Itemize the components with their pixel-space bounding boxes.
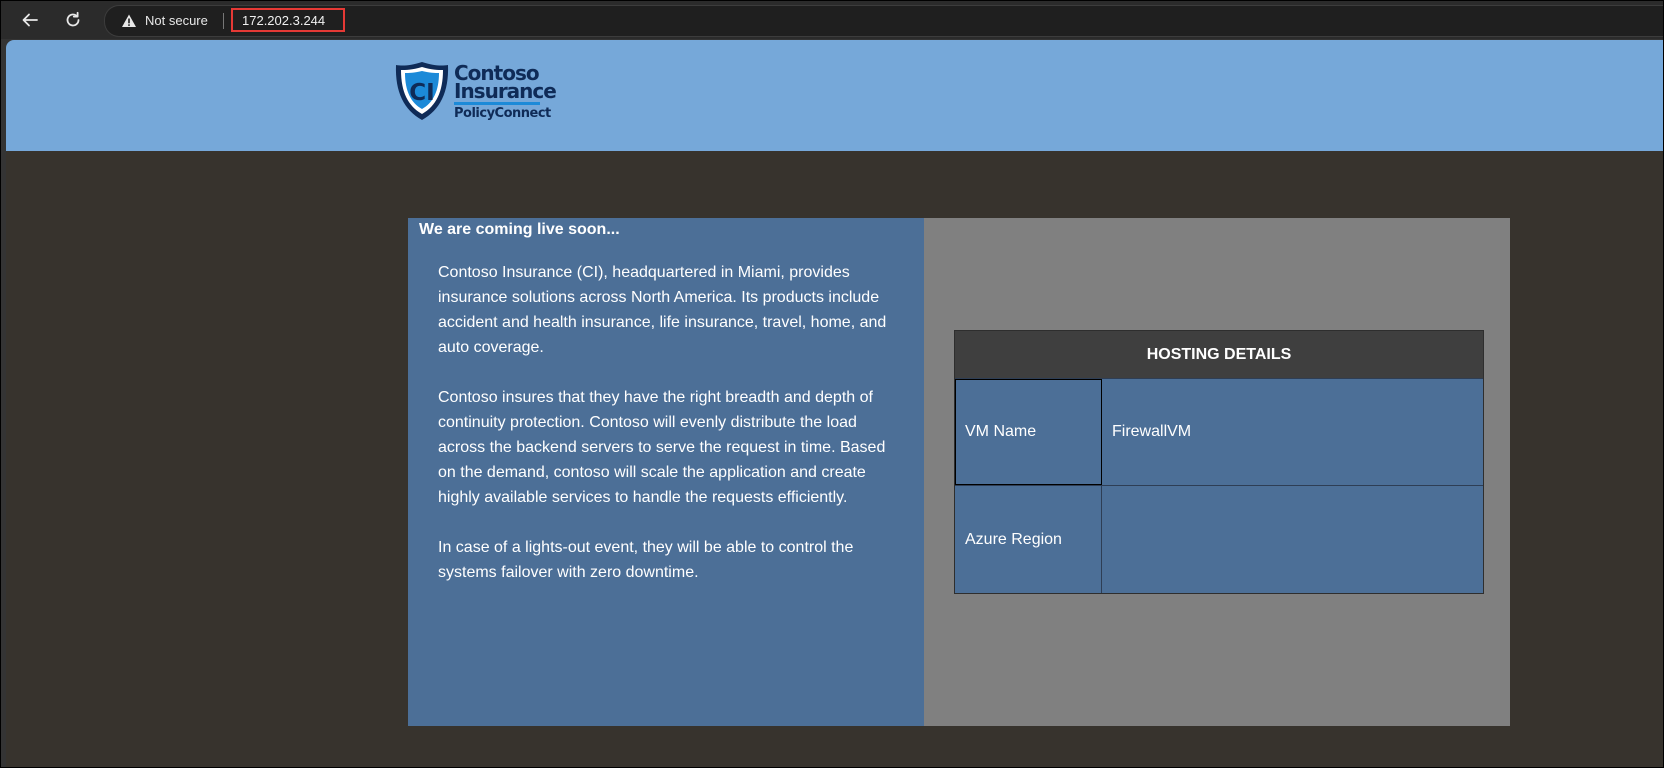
intro-paragraph-2: Contoso insures that they have the right… [438,389,886,506]
hosting-details-table: HOSTING DETAILS VM Name FirewallVM Azure… [954,330,1484,594]
vm-name-value: FirewallVM [1112,423,1192,440]
hosting-details-title: HOSTING DETAILS [955,331,1483,378]
azure-region-label: Azure Region [955,486,1102,593]
browser-toolbar: Not secure 172.202.3.244 [1,1,1663,39]
content-card: We are coming live soon... Contoso Insur… [408,218,1510,726]
reload-button[interactable] [61,8,85,32]
table-row: VM Name FirewallVM [955,378,1483,485]
logo-line-insurance: Insurance [454,79,557,103]
page-viewport: CI Contoso Insurance PolicyConnect We ar… [6,40,1663,767]
vm-name-label: VM Name [955,379,1102,485]
intro-paragraph-1: Contoso Insurance (CI), headquartered in… [438,264,887,356]
intro-text: Contoso Insurance (CI), headquartered in… [438,260,900,610]
site-info-button[interactable] [121,13,137,29]
intro-paragraph-3: In case of a lights-out event, they will… [438,539,854,581]
security-status-label[interactable]: Not secure [145,13,208,29]
hosting-panel: HOSTING DETAILS VM Name FirewallVM Azure… [924,218,1510,726]
table-row: Azure Region [955,485,1483,593]
browser-window: Not secure 172.202.3.244 CI Contoso Insu… [0,0,1664,768]
arrow-left-icon [22,13,38,27]
address-divider [223,13,224,29]
site-header: CI Contoso Insurance PolicyConnect [6,40,1663,151]
intro-panel: We are coming live soon... Contoso Insur… [408,218,924,726]
azure-region-value [1102,486,1483,593]
reload-icon [66,11,80,27]
address-bar[interactable]: Not secure 172.202.3.244 [104,5,1663,37]
url-text[interactable]: 172.202.3.244 [231,8,345,32]
shield-logo-icon: CI [395,62,449,120]
contoso-logo[interactable]: CI Contoso Insurance PolicyConnect [394,60,557,128]
logo-wordmark: Contoso Insurance PolicyConnect [454,63,557,121]
page-heading: We are coming live soon... [419,221,620,238]
logo-initials: CI [409,80,434,106]
warning-triangle-icon [122,14,136,27]
back-button[interactable] [18,8,42,32]
logo-line-policyconnect: PolicyConnect [454,106,551,121]
